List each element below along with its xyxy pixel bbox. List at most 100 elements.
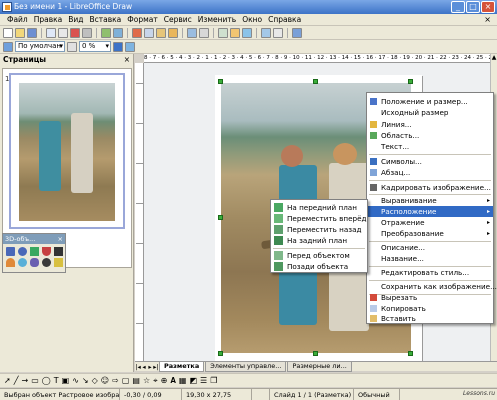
symbol-shapes-icon[interactable]: ☺ (101, 376, 109, 385)
menu-item-crop[interactable]: Кадрировать изображение... (367, 182, 493, 193)
menu-tools[interactable]: Сервис (161, 15, 195, 24)
submenu-item-send-to-back[interactable]: На задний план (271, 235, 367, 246)
ellipse-tool-icon[interactable]: ◯ (42, 376, 51, 385)
maximize-button[interactable]: □ (466, 1, 480, 13)
undo-icon[interactable] (187, 27, 197, 38)
fontwork-icon[interactable]: 𝐀 (170, 376, 176, 386)
arrange-icon[interactable]: ❐ (210, 376, 217, 385)
selection-handle[interactable] (408, 351, 413, 356)
half-sphere-icon[interactable] (30, 258, 39, 267)
tab-controls[interactable]: Элементы управле... (205, 361, 287, 372)
curve-tool-icon[interactable]: ∿ (72, 376, 79, 385)
submenu-item-behind-object[interactable]: Позади объекта (271, 261, 367, 272)
close-pages-panel-icon[interactable]: × (124, 54, 130, 66)
selection-handle[interactable] (218, 215, 223, 220)
menu-item-line[interactable]: Линия... (367, 119, 493, 130)
menu-item-area[interactable]: Область... (367, 130, 493, 141)
close-button[interactable]: × (481, 1, 495, 13)
selection-handle[interactable] (313, 79, 318, 84)
export-pdf-icon[interactable] (70, 27, 80, 38)
line-tool-icon[interactable]: ╱ (14, 376, 19, 385)
arrow-style-icon[interactable] (3, 41, 13, 52)
menu-item-arrange[interactable]: Расположение ▸ (367, 206, 493, 217)
menu-format[interactable]: Формат (124, 15, 160, 24)
line-properties-icon[interactable] (67, 41, 77, 52)
callouts-icon[interactable]: ▤ (132, 376, 140, 385)
rectangle-tool-icon[interactable]: ▭ (31, 376, 39, 385)
image-icon[interactable] (230, 27, 240, 38)
torus-icon[interactable] (6, 258, 15, 267)
extrusion-icon[interactable]: ◩ (189, 376, 197, 385)
line-width-field[interactable]: 0 % (79, 41, 111, 52)
cone-icon[interactable] (42, 247, 51, 256)
submenu-item-in-front-of-object[interactable]: Перед объектом (271, 250, 367, 261)
page-thumbnail[interactable]: 1 (5, 73, 125, 229)
tab-layout[interactable]: Разметка (159, 361, 205, 372)
arrow-line-icon[interactable]: → (22, 376, 29, 385)
menu-item-description[interactable]: Описание... (367, 242, 493, 253)
menu-item-flip[interactable]: Отражение ▸ (367, 217, 493, 228)
menu-edit[interactable]: Правка (31, 15, 66, 24)
basic-shapes-icon[interactable]: ◇ (92, 376, 98, 385)
tab-dimension-lines[interactable]: Размерные ли... (287, 361, 352, 372)
glue-points-icon[interactable]: ⊕ (161, 376, 168, 385)
redo-icon[interactable] (199, 27, 209, 38)
cut-icon[interactable] (132, 27, 142, 38)
menu-modify[interactable]: Изменить (195, 15, 239, 24)
submenu-item-bring-to-front[interactable]: На передний план (271, 202, 367, 213)
selection-handle[interactable] (313, 351, 318, 356)
menu-insert[interactable]: Вставка (87, 15, 125, 24)
cylinder-icon[interactable] (30, 247, 39, 256)
paste-icon[interactable] (156, 27, 166, 38)
menu-view[interactable]: Вид (65, 15, 86, 24)
menu-item-convert[interactable]: Преобразование ▸ (367, 228, 493, 239)
flowchart-icon[interactable]: ▢ (122, 376, 130, 385)
area-fill-icon[interactable] (125, 41, 135, 52)
minimize-button[interactable]: _ (451, 1, 465, 13)
open-icon[interactable] (15, 27, 25, 38)
navigator-icon[interactable] (261, 27, 271, 38)
autospell-icon[interactable] (113, 27, 123, 38)
zoom-icon[interactable] (273, 27, 283, 38)
chart-icon[interactable] (242, 27, 252, 38)
selection-handle[interactable] (218, 79, 223, 84)
submenu-item-bring-forward[interactable]: Переместить вперёд (271, 213, 367, 224)
save-icon[interactable] (27, 27, 37, 38)
line-style-select[interactable]: По умолчан (15, 41, 65, 52)
disk-icon[interactable] (42, 258, 51, 267)
spellcheck-icon[interactable] (101, 27, 111, 38)
menu-file[interactable]: Файл (4, 15, 31, 24)
email-icon[interactable] (46, 27, 56, 38)
menu-item-cut[interactable]: Вырезать (367, 292, 493, 303)
text-tool-icon[interactable]: T (54, 376, 59, 385)
submenu-item-send-backward[interactable]: Переместить назад (271, 224, 367, 235)
menu-item-save-as-image[interactable]: Сохранить как изображение... (367, 281, 497, 292)
connector-tool-icon[interactable]: ↘ (82, 376, 89, 385)
document-close-icon[interactable]: × (484, 15, 491, 24)
menu-item-original-size[interactable]: Исходный размер (367, 107, 493, 118)
selection-handle[interactable] (218, 351, 223, 356)
stars-icon[interactable]: ☆ (143, 376, 150, 385)
help-icon[interactable] (292, 27, 302, 38)
select-arrow-icon[interactable]: ➚ (4, 376, 11, 385)
print-icon[interactable] (82, 27, 92, 38)
menu-item-paste[interactable]: Вставить (367, 313, 493, 324)
extrude-icon[interactable] (54, 258, 63, 267)
cube-icon[interactable] (6, 247, 15, 256)
clone-formatting-icon[interactable] (168, 27, 178, 38)
menu-item-text[interactable]: Текст... (367, 141, 493, 152)
sphere-icon[interactable] (18, 247, 27, 256)
table-icon[interactable] (218, 27, 228, 38)
align-icon[interactable]: ☰ (200, 376, 207, 385)
menu-item-alignment[interactable]: Выравнивание ▸ (367, 195, 493, 206)
menu-item-edit-style[interactable]: Редактировать стиль... (367, 267, 493, 278)
menu-window[interactable]: Окно (239, 15, 265, 24)
menu-item-name[interactable]: Название... (367, 253, 493, 264)
copy-icon[interactable] (144, 27, 154, 38)
new-document-icon[interactable] (3, 27, 13, 38)
selection-handle[interactable] (408, 79, 413, 84)
points-icon[interactable]: ⌖ (153, 376, 158, 386)
scroll-up-icon[interactable]: ▲ (491, 54, 497, 62)
menu-item-characters[interactable]: Символы... (367, 156, 493, 167)
line-color-icon[interactable] (113, 41, 123, 52)
